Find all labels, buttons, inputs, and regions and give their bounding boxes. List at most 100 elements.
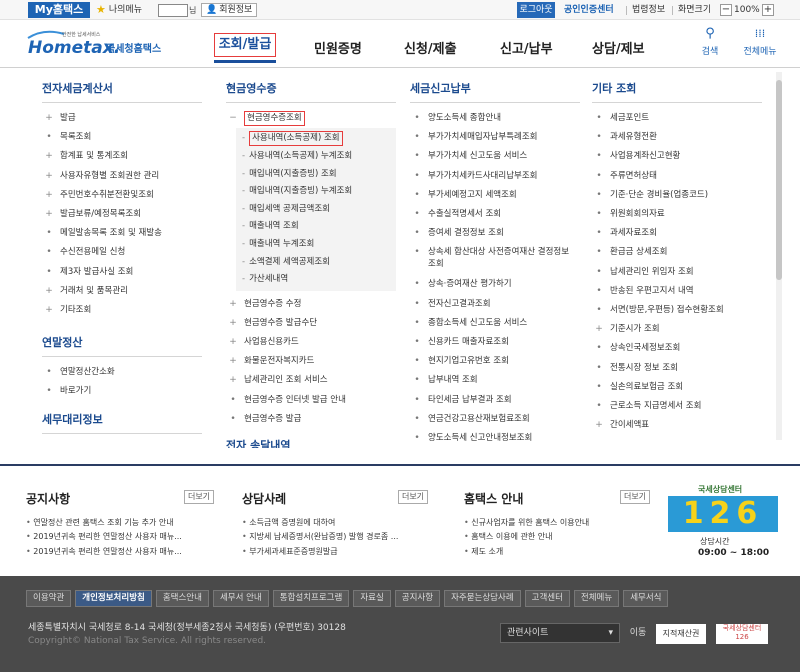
menu-item[interactable]: 납부내역 조회 (410, 371, 580, 390)
menu-item[interactable]: 위원회회의자료 (592, 205, 762, 224)
submenu-item[interactable]: - 소액결제 세액공제조회 (236, 253, 396, 271)
menu-item[interactable]: 사업용계좌신고현황 (592, 147, 762, 166)
menu-scrollbar-thumb[interactable] (776, 80, 782, 280)
submenu-item[interactable]: - 사용내역(소득공제) 누계조회 (236, 148, 396, 166)
menu-item[interactable]: + 현금영수증 발급수단 (226, 314, 396, 333)
menu-item[interactable]: 부가세예정고지 세액조회 (410, 186, 580, 205)
footer-link-terms[interactable]: 이용약관 (26, 590, 72, 607)
related-sites-select[interactable]: 관련사이트 ▾ (500, 623, 620, 643)
menu-item[interactable]: 연말정산간소화 (42, 363, 202, 382)
menu-item[interactable]: 양도소득세 종합안내 (410, 109, 580, 128)
footer-link-faq[interactable]: 자주묻는상담사례 (444, 590, 521, 607)
menu-item[interactable]: 증여세 결정정보 조회 (410, 224, 580, 243)
member-info-button[interactable]: 👤 회원정보 (201, 3, 258, 17)
menu-item[interactable]: 납세관리인 위임자 조회 (592, 263, 762, 282)
menu-item[interactable]: 제3자 발급사실 조회 (42, 263, 202, 282)
menu-item[interactable]: 반송된 우편고지서 내역 (592, 282, 762, 301)
call-center-banner[interactable]: 국세상담센터 126 상담시간 09:00 ~ 18:00 (668, 484, 778, 568)
nav-inquiry-issuance[interactable]: 조회/발급 (214, 33, 276, 57)
list-item[interactable]: 연말정산 관련 홈택스 조회 기능 추가 안내 (26, 516, 182, 530)
submenu-item[interactable]: - 가산세내역 (236, 271, 396, 289)
menu-item[interactable]: 세금포인트 (592, 109, 762, 128)
nav-declaration-payment[interactable]: 신고/납부 (500, 38, 553, 57)
nav-civil-certificate[interactable]: 민원증명 (314, 38, 362, 57)
menu-item[interactable]: + 거래처 및 품목관리 (42, 282, 202, 301)
menu-item[interactable]: + 간이세액표 (592, 416, 762, 435)
menu-item[interactable]: 전통시장 정보 조회 (592, 358, 762, 377)
cases-more-button[interactable]: 더보기 (398, 490, 428, 504)
notice-more-button[interactable]: 더보기 (184, 490, 214, 504)
call-center-badge[interactable]: 국세상담센터 126 (716, 624, 768, 644)
menu-item[interactable]: + 주민번호수취분전환및조회 (42, 186, 202, 205)
menu-item[interactable]: 현금영수증 인터넷 발급 안내 (226, 390, 396, 409)
menu-item[interactable]: 메일발송목록 조회 및 재발송 (42, 224, 202, 243)
menu-item[interactable]: 실손의료보험금 조회 (592, 378, 762, 397)
all-menu-button[interactable]: ⁞⁞⁞ 전체메뉴 (737, 27, 783, 59)
list-item[interactable]: 신규사업자를 위한 홈택스 이용안내 (464, 516, 589, 530)
menu-item[interactable]: 상속세 합산대상 사전증여재산 결정정보 조회 (410, 243, 580, 275)
menu-item[interactable]: 환급금 상세조회 (592, 243, 762, 262)
menu-item[interactable]: 상속·증여재산 평가하기 (410, 275, 580, 294)
menu-item[interactable]: 서면(방문,우편등) 접수현황조회 (592, 301, 762, 320)
footer-link-privacy[interactable]: 개인정보처리방침 (75, 590, 152, 607)
list-item[interactable]: 2019년귀속 편리한 연말정산 사용자 매뉴... (26, 530, 182, 544)
cert-center-link[interactable]: 공인인증센터 (564, 2, 614, 18)
nav-consultation[interactable]: 상담/제보 (592, 38, 645, 57)
menu-item[interactable]: 상속인국세정보조회 (592, 339, 762, 358)
submenu-item[interactable]: - 매출내역 조회 (236, 218, 396, 236)
menu-item[interactable]: + 기타조회 (42, 301, 202, 320)
submenu-item[interactable]: - 사용내역(소득공제) 조회 (236, 130, 396, 148)
hometax-logo[interactable]: 안전한 납세서비스 Hometax. 국세청홈택스 (24, 26, 174, 58)
go-button[interactable]: 이동 (624, 623, 652, 643)
submenu-item[interactable]: - 매입내역(지출증빙) 조회 (236, 165, 396, 183)
nav-application[interactable]: 신청/제출 (404, 38, 457, 57)
menu-item[interactable]: + 사용자유형별 조회권한 관리 (42, 167, 202, 186)
submenu-item[interactable]: - 매입내역(지출증빙) 누계조회 (236, 183, 396, 201)
menu-item[interactable]: 현금영수증 발급 (226, 410, 396, 429)
menu-item[interactable]: + 화물운전자복지카드 (226, 352, 396, 371)
menu-item[interactable]: + 합계표 및 통계조회 (42, 147, 202, 166)
menu-item[interactable]: + 현금영수증 수정 (226, 295, 396, 314)
list-item[interactable]: 소득금액 증명원에 대하여 (242, 516, 398, 530)
guide-more-button[interactable]: 더보기 (620, 490, 650, 504)
footer-link-notice[interactable]: 공지사항 (394, 590, 441, 607)
menu-item[interactable]: 양도소득세 신고안내정보조회 (410, 429, 580, 448)
footer-link-customer-center[interactable]: 고객센터 (524, 590, 570, 607)
menu-item[interactable]: + 발급보류/예정목록조회 (42, 205, 202, 224)
ip-badge[interactable]: 지적재산권 (656, 624, 706, 644)
footer-link-all-menu[interactable]: 전체메뉴 (573, 590, 620, 607)
menu-item[interactable]: 목록조회 (42, 128, 202, 147)
menu-item[interactable]: 부가가치세카드사대리납부조회 (410, 167, 580, 186)
menu-item[interactable]: 종합소득세 신고도움 서비스 (410, 314, 580, 333)
footer-link-installer[interactable]: 통합설치프로그램 (272, 590, 350, 607)
zoom-in-button[interactable]: + (762, 4, 774, 16)
menu-item[interactable]: 부가가치세 신고도움 서비스 (410, 147, 580, 166)
menu-section-cash-receipt-inquiry[interactable]: − 현금영수증조회 (226, 109, 396, 128)
menu-item[interactable]: 전자신고결과조회 (410, 295, 580, 314)
menu-item[interactable]: 바로가기 (42, 382, 202, 401)
footer-link-tax-office[interactable]: 세무서 안내 (212, 590, 269, 607)
list-item[interactable]: 제도 소개 (464, 545, 589, 559)
footer-link-archive[interactable]: 자료실 (353, 590, 391, 607)
menu-item[interactable]: + 기준시가 조회 (592, 320, 762, 339)
menu-item[interactable]: 수출실적명세서 조회 (410, 205, 580, 224)
menu-item[interactable]: 과세유형전환 (592, 128, 762, 147)
menu-item[interactable]: 타인세금 납부결과 조회 (410, 390, 580, 409)
menu-item[interactable]: 수신전용메일 신청 (42, 243, 202, 262)
menu-item[interactable]: + 납세관리인 조회 서비스 (226, 371, 396, 390)
list-item[interactable]: 부가세과세표준증명원발급 (242, 545, 398, 559)
menu-item[interactable]: 주류면허상태 (592, 167, 762, 186)
menu-item[interactable]: 부가가치세매입자납부특례조회 (410, 128, 580, 147)
zoom-out-button[interactable]: − (720, 4, 732, 16)
submenu-item[interactable]: - 매출내역 누계조회 (236, 236, 396, 254)
logout-button[interactable]: 로그아웃 (517, 2, 555, 18)
my-menu-link[interactable]: ★ 나의메뉴 (96, 3, 142, 17)
menu-item[interactable]: 과세자료조회 (592, 224, 762, 243)
menu-item[interactable]: + 발급 (42, 109, 202, 128)
list-item[interactable]: 홈택스 이용에 관한 안내 (464, 530, 589, 544)
my-hometax-button[interactable]: My홈택스 (28, 2, 90, 18)
menu-item[interactable]: 연금건강고용산재보험료조회 (410, 410, 580, 429)
submenu-item[interactable]: - 매입세액 공제금액조회 (236, 201, 396, 219)
list-item[interactable]: 지방세 납세증명서(완납증명) 발행 경로좀 ... (242, 530, 398, 544)
footer-link-guide[interactable]: 홈택스안내 (155, 590, 209, 607)
